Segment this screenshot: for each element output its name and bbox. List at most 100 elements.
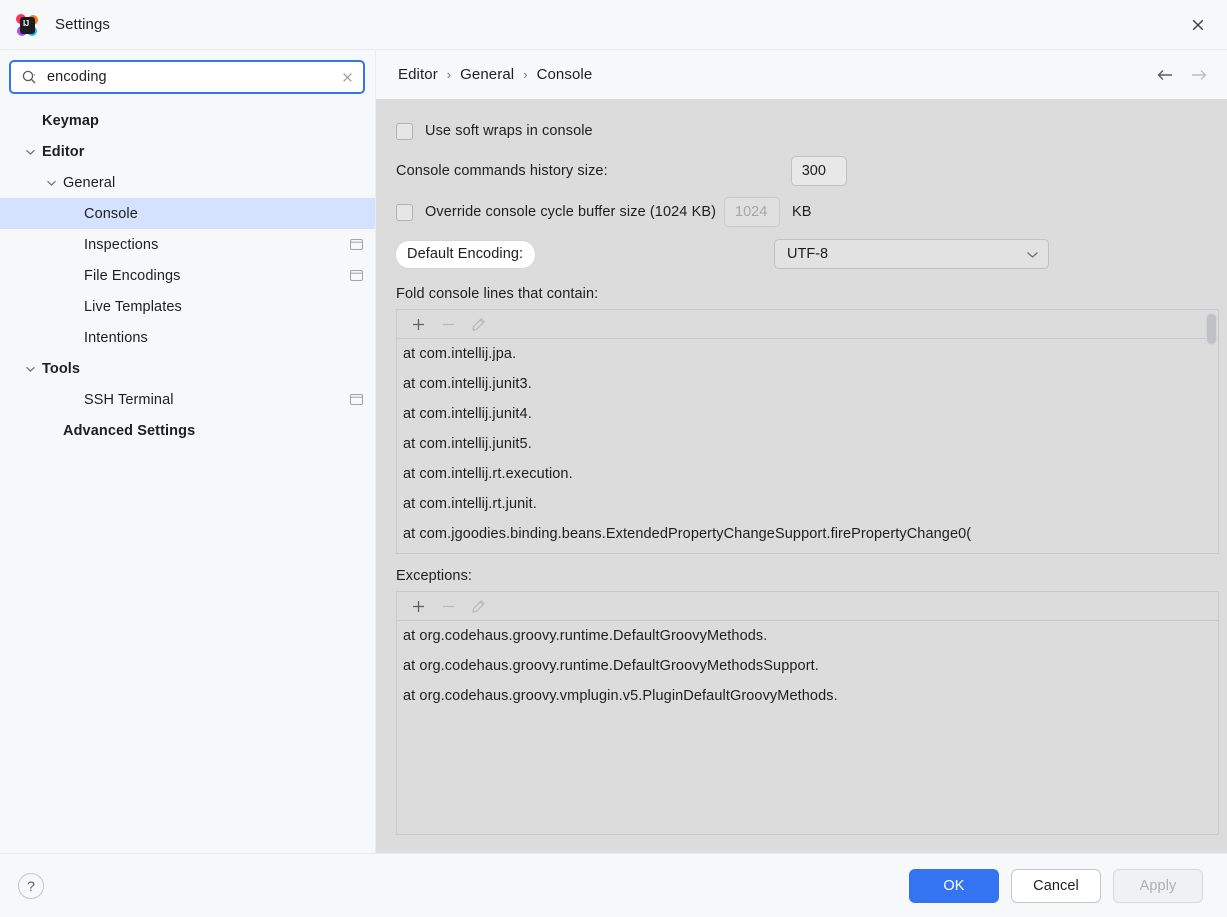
- plus-icon[interactable]: [405, 312, 431, 336]
- breadcrumb-item-editor[interactable]: Editor: [398, 66, 438, 83]
- list-item[interactable]: at com.intellij.junit4.: [397, 399, 1218, 429]
- close-icon[interactable]: [1183, 10, 1213, 40]
- sidebar-item-file-encodings[interactable]: File Encodings: [0, 260, 375, 291]
- exceptions-section-title: Exceptions:: [396, 568, 473, 584]
- override-buffer-checkbox[interactable]: [396, 203, 413, 221]
- override-buffer-row: Override console cycle buffer size (1024…: [396, 197, 1219, 227]
- dialog-body: encoding Keymap Editor General Console Inspe…: [0, 50, 1227, 853]
- history-size-label: Console commands history size:: [396, 163, 608, 179]
- sidebar-item-label: Tools: [42, 360, 81, 377]
- breadcrumb-item-console[interactable]: Console: [537, 66, 593, 83]
- chevron-down-icon[interactable]: [22, 144, 38, 160]
- console-settings-panel: Use soft wraps in console Console comman…: [376, 99, 1227, 853]
- settings-content: Editor › General › Console Use soft wrap…: [376, 50, 1227, 853]
- window-title: Settings: [55, 16, 110, 33]
- sidebar-item-console[interactable]: Console: [0, 198, 375, 229]
- sidebar-item-label: Inspections: [84, 236, 159, 253]
- sidebar-item-ssh-terminal[interactable]: SSH Terminal: [0, 384, 375, 415]
- minus-icon: [435, 594, 461, 618]
- pencil-icon: [465, 312, 491, 336]
- plus-icon[interactable]: [405, 594, 431, 618]
- fold-list-toolbar: [397, 310, 1218, 339]
- chevron-down-icon[interactable]: [22, 361, 38, 377]
- sidebar-item-label: Intentions: [84, 329, 148, 346]
- soft-wraps-row: Use soft wraps in console: [396, 116, 1219, 146]
- list-item[interactable]: at com.intellij.rt.execution.: [397, 459, 1218, 489]
- search-clear-icon[interactable]: [339, 69, 355, 85]
- sidebar-item-intentions[interactable]: Intentions: [0, 322, 375, 353]
- ok-button[interactable]: OK: [909, 868, 999, 903]
- panel-page-icon: [349, 393, 363, 407]
- settings-dialog: IJ Settings encoding Keymap Editor Gener…: [0, 0, 1227, 917]
- exceptions-list-box: at org.codehaus.groovy.runtime.DefaultGr…: [396, 591, 1219, 835]
- search-value: encoding: [47, 69, 107, 85]
- list-item[interactable]: at com.intellij.junit3.: [397, 369, 1218, 399]
- sidebar-item-advanced-settings[interactable]: Advanced Settings: [0, 415, 375, 446]
- apply-button: Apply: [1113, 868, 1203, 903]
- use-soft-wraps-checkbox[interactable]: [396, 122, 413, 140]
- history-size-input[interactable]: 300: [790, 156, 847, 186]
- fold-list-box: at com.intellij.jpa. at com.intellij.juni…: [396, 309, 1219, 554]
- nav-arrows: [1155, 65, 1209, 85]
- list-item[interactable]: at com.intellij.jpa.: [397, 339, 1218, 369]
- intellij-idea-logo-icon: IJ: [16, 13, 38, 36]
- sidebar-item-tools[interactable]: Tools: [0, 353, 375, 384]
- sidebar-item-label: File Encodings: [84, 267, 181, 284]
- sidebar-item-live-templates[interactable]: Live Templates: [0, 291, 375, 322]
- fold-section-title: Fold console lines that contain:: [396, 286, 599, 302]
- list-item[interactable]: at com.intellij.rt.junit.: [397, 489, 1218, 519]
- exceptions-list-toolbar: [397, 592, 1218, 621]
- sidebar-item-general[interactable]: General: [0, 167, 375, 198]
- sidebar-item-label: Live Templates: [84, 298, 182, 315]
- panel-page-icon: [349, 269, 363, 283]
- list-item[interactable]: at org.codehaus.groovy.runtime.DefaultGr…: [397, 621, 1218, 651]
- minus-icon: [435, 312, 461, 336]
- breadcrumb-separator: ›: [446, 67, 452, 82]
- panel-page-icon: [349, 238, 363, 252]
- arrow-right-icon: [1189, 65, 1209, 85]
- sidebar-item-inspections[interactable]: Inspections: [0, 229, 375, 260]
- list-item[interactable]: at org.codehaus.groovy.vmplugin.v5.Plugi…: [397, 681, 1218, 711]
- exceptions-list[interactable]: at org.codehaus.groovy.runtime.DefaultGr…: [397, 621, 1218, 835]
- list-item[interactable]: at com.jgoodies.binding.beans.ExtendedPr…: [397, 519, 1218, 549]
- cancel-button[interactable]: Cancel: [1011, 868, 1101, 903]
- sidebar-item-editor[interactable]: Editor: [0, 136, 375, 167]
- sidebar-item-label: General: [63, 174, 116, 191]
- default-encoding-select[interactable]: UTF-8: [774, 239, 1049, 269]
- pencil-icon: [465, 594, 491, 618]
- search-icon: [21, 69, 38, 86]
- fold-list[interactable]: at com.intellij.jpa. at com.intellij.juni…: [397, 339, 1218, 554]
- sidebar-item-label: SSH Terminal: [84, 391, 174, 408]
- sidebar-item-label: Console: [84, 205, 138, 222]
- sidebar-item-label: Keymap: [42, 112, 100, 129]
- scrollbar-thumb[interactable]: [1206, 313, 1217, 345]
- override-buffer-unit: KB: [792, 204, 812, 220]
- fold-list-scrollbar[interactable]: [1206, 312, 1217, 551]
- chevron-down-icon: [1026, 250, 1039, 259]
- title-bar: IJ Settings: [0, 0, 1227, 50]
- dialog-footer: ? OK Cancel Apply: [0, 853, 1227, 917]
- arrow-left-icon[interactable]: [1155, 65, 1175, 85]
- list-item[interactable]: at com.intellij.junit5.: [397, 429, 1218, 459]
- search-input[interactable]: encoding: [9, 60, 365, 94]
- sidebar-item-label: Editor: [42, 143, 85, 160]
- help-icon[interactable]: ?: [18, 872, 44, 899]
- default-encoding-value: UTF-8: [787, 246, 829, 262]
- breadcrumb-item-general[interactable]: General: [460, 66, 514, 83]
- override-buffer-label: Override console cycle buffer size (1024…: [425, 204, 717, 220]
- search-container: encoding: [0, 50, 375, 102]
- default-encoding-label: Default Encoding:: [396, 240, 536, 268]
- chevron-down-icon[interactable]: [43, 175, 59, 191]
- breadcrumb-bar: Editor › General › Console: [376, 50, 1227, 99]
- list-item[interactable]: at org.codehaus.groovy.runtime.DefaultGr…: [397, 651, 1218, 681]
- use-soft-wraps-label: Use soft wraps in console: [425, 123, 593, 139]
- sidebar-item-keymap[interactable]: Keymap: [0, 105, 375, 136]
